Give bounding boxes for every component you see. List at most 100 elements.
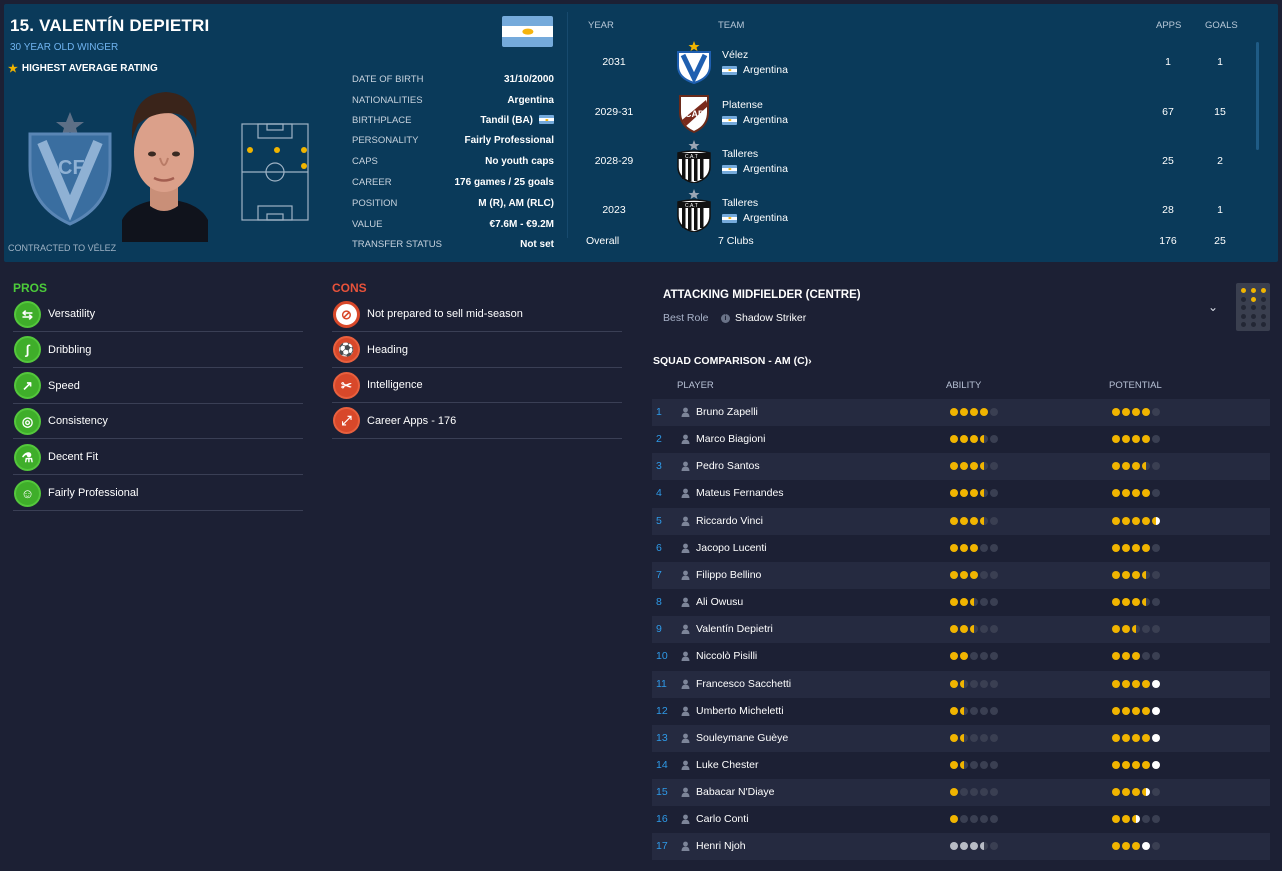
squad-row[interactable]: 6 Jacopo Lucenti <box>652 535 1270 562</box>
squad-player-name[interactable]: Pedro Santos <box>696 460 760 472</box>
squad-row[interactable]: 5 Riccardo Vinci <box>652 507 1270 535</box>
squad-player-name[interactable]: Umberto Micheletti <box>696 705 784 717</box>
pro-item[interactable]: ∫ Dribbling <box>13 333 303 368</box>
career-row[interactable]: 2029-31 CAP Platense Argentina 67 15 <box>576 88 1256 136</box>
career-apps-header[interactable]: APPS <box>1156 20 1181 31</box>
talleres-crest-icon[interactable]: C.A.T <box>674 139 714 184</box>
argentina-flag-icon <box>722 65 737 75</box>
pro-item[interactable]: ◎ Consistency <box>13 404 303 440</box>
squad-row[interactable]: 15 Babacar N'Diaye <box>652 779 1270 807</box>
pitch-position-dot[interactable] <box>1241 305 1246 310</box>
squad-row[interactable]: 14 Luke Chester <box>652 752 1270 779</box>
career-year-header[interactable]: YEAR <box>588 20 614 31</box>
position-selector-pitch[interactable] <box>1236 283 1270 331</box>
squad-potential-header[interactable]: POTENTIAL <box>1109 380 1162 391</box>
pitch-position-dot[interactable] <box>1251 296 1256 302</box>
squad-row[interactable]: 2 Marco Biagioni <box>652 426 1270 453</box>
career-row[interactable]: 2031 Vélez Argentina 1 1 <box>576 38 1256 86</box>
squad-row[interactable]: 11 Francesco Sacchetti <box>652 670 1270 698</box>
pro-item[interactable]: ☺ Fairly Professional <box>13 476 303 511</box>
con-item[interactable]: ⤢ Career Apps - 176 <box>332 404 622 439</box>
squad-ability-header[interactable]: ABILITY <box>946 380 981 391</box>
squad-row[interactable]: 9 Valentín Depietri <box>652 616 1270 644</box>
squad-rank: 8 <box>656 596 662 609</box>
squad-player-name[interactable]: Valentín Depietri <box>696 623 773 635</box>
squad-row[interactable]: 10 Niccolò Pisilli <box>652 643 1270 670</box>
pro-item[interactable]: ↗ Speed <box>13 369 303 404</box>
pitch-position-dot[interactable] <box>1261 296 1266 302</box>
pitch-position-dot[interactable] <box>1241 288 1246 293</box>
career-club-name[interactable]: Talleres <box>722 147 788 162</box>
career-goals-header[interactable]: GOALS <box>1205 20 1238 31</box>
squad-row[interactable]: 4 Mateus Fernandes <box>652 480 1270 507</box>
squad-row[interactable]: 13 Souleymane Guèye <box>652 724 1270 752</box>
career-team[interactable]: Platense Argentina <box>722 98 788 128</box>
pitch-position-dot[interactable] <box>1261 288 1266 293</box>
squad-player-name[interactable]: Francesco Sacchetti <box>696 678 791 690</box>
squad-player-name[interactable]: Mateus Fernandes <box>696 487 784 499</box>
potential-star-icon <box>1142 679 1150 688</box>
squad-player-name[interactable]: Riccardo Vinci <box>696 515 763 527</box>
squad-row[interactable]: 16 Carlo Conti <box>652 806 1270 833</box>
velez-crest-icon[interactable] <box>674 40 714 85</box>
info-icon[interactable]: i <box>721 313 730 323</box>
squad-player-name[interactable]: Jacopo Lucenti <box>696 542 767 554</box>
pitch-position-dot[interactable] <box>1241 313 1246 319</box>
pro-item[interactable]: ⇆ Versatility <box>13 297 303 332</box>
squad-row[interactable]: 12 Umberto Micheletti <box>652 698 1270 725</box>
squad-row[interactable]: 3 Pedro Santos <box>652 453 1270 481</box>
pitch-position-dot[interactable] <box>1251 288 1256 293</box>
potential-star-icon <box>1112 435 1120 444</box>
potential-star-icon <box>1122 489 1130 498</box>
talleres-crest-icon[interactable]: C.A.T <box>674 188 714 233</box>
pitch-position-dot[interactable] <box>1251 313 1256 319</box>
career-club-name[interactable]: Platense <box>722 98 788 113</box>
squad-player-name[interactable]: Babacar N'Diaye <box>696 786 774 798</box>
pitch-position-dot[interactable] <box>1261 305 1266 310</box>
squad-player-name[interactable]: Niccolò Pisilli <box>696 650 757 662</box>
career-row[interactable]: 2028-29 C.A.T Talleres Argentina 25 2 <box>576 137 1256 185</box>
position-title[interactable]: ATTACKING MIDFIELDER (CENTRE) <box>663 289 861 301</box>
squad-player-name[interactable]: Ali Owusu <box>696 596 743 608</box>
con-item[interactable]: ⊘ Not prepared to sell mid-season <box>332 297 622 332</box>
pitch-position-dot[interactable] <box>1251 305 1256 310</box>
squad-row[interactable]: 7 Filippo Bellino <box>652 561 1270 589</box>
pitch-position-dot[interactable] <box>1261 313 1266 319</box>
con-item[interactable]: ✂ Intelligence <box>332 368 622 403</box>
pro-item[interactable]: ⚗ Decent Fit <box>13 440 303 476</box>
career-team[interactable]: Talleres Argentina <box>722 196 788 226</box>
potential-star-icon <box>1112 489 1120 498</box>
squad-player-name[interactable]: Henri Njoh <box>696 840 746 852</box>
squad-player-header[interactable]: PLAYER <box>677 380 714 391</box>
career-scrollbar[interactable] <box>1256 42 1259 150</box>
squad-player-name[interactable]: Souleymane Guèye <box>696 732 788 744</box>
squad-player-name[interactable]: Luke Chester <box>696 759 758 771</box>
career-team[interactable]: Vélez Argentina <box>722 48 788 78</box>
career-team-header[interactable]: TEAM <box>718 20 744 31</box>
squad-player-name[interactable]: Filippo Bellino <box>696 569 761 581</box>
career-team[interactable]: Talleres Argentina <box>722 147 788 177</box>
ability-star-icon <box>990 408 998 416</box>
career-row[interactable]: 2023 C.A.T Talleres Argentina 28 1 <box>576 186 1256 234</box>
pro-label: Fairly Professional <box>48 487 139 499</box>
info-row: PERSONALITY Fairly Professional <box>352 130 554 150</box>
squad-row[interactable]: 1 Bruno Zapelli <box>652 399 1270 426</box>
squad-player-name[interactable]: Bruno Zapelli <box>696 406 758 418</box>
pitch-position-dot[interactable] <box>1241 322 1246 327</box>
squad-comparison-title[interactable]: SQUAD COMPARISON - AM (C)› <box>653 355 812 367</box>
pitch-position-dot[interactable] <box>1241 296 1246 302</box>
pitch-position-dot[interactable] <box>1261 322 1266 327</box>
career-club-name[interactable]: Vélez <box>722 48 788 63</box>
squad-player-name[interactable]: Marco Biagioni <box>696 433 765 445</box>
person-icon <box>681 787 690 798</box>
chevron-down-icon[interactable]: ⌄ <box>1208 300 1218 314</box>
career-club-name[interactable]: Talleres <box>722 196 788 211</box>
squad-player-name[interactable]: Carlo Conti <box>696 813 749 825</box>
potential-stars <box>1112 788 1160 797</box>
best-role[interactable]: i Shadow Striker <box>721 312 806 324</box>
pitch-position-dot[interactable] <box>1251 322 1256 327</box>
squad-row[interactable]: 17 Henri Njoh <box>652 833 1270 861</box>
platense-crest-icon[interactable]: CAP <box>674 90 714 134</box>
squad-row[interactable]: 8 Ali Owusu <box>652 589 1270 616</box>
con-item[interactable]: ⚽ Heading <box>332 333 622 368</box>
